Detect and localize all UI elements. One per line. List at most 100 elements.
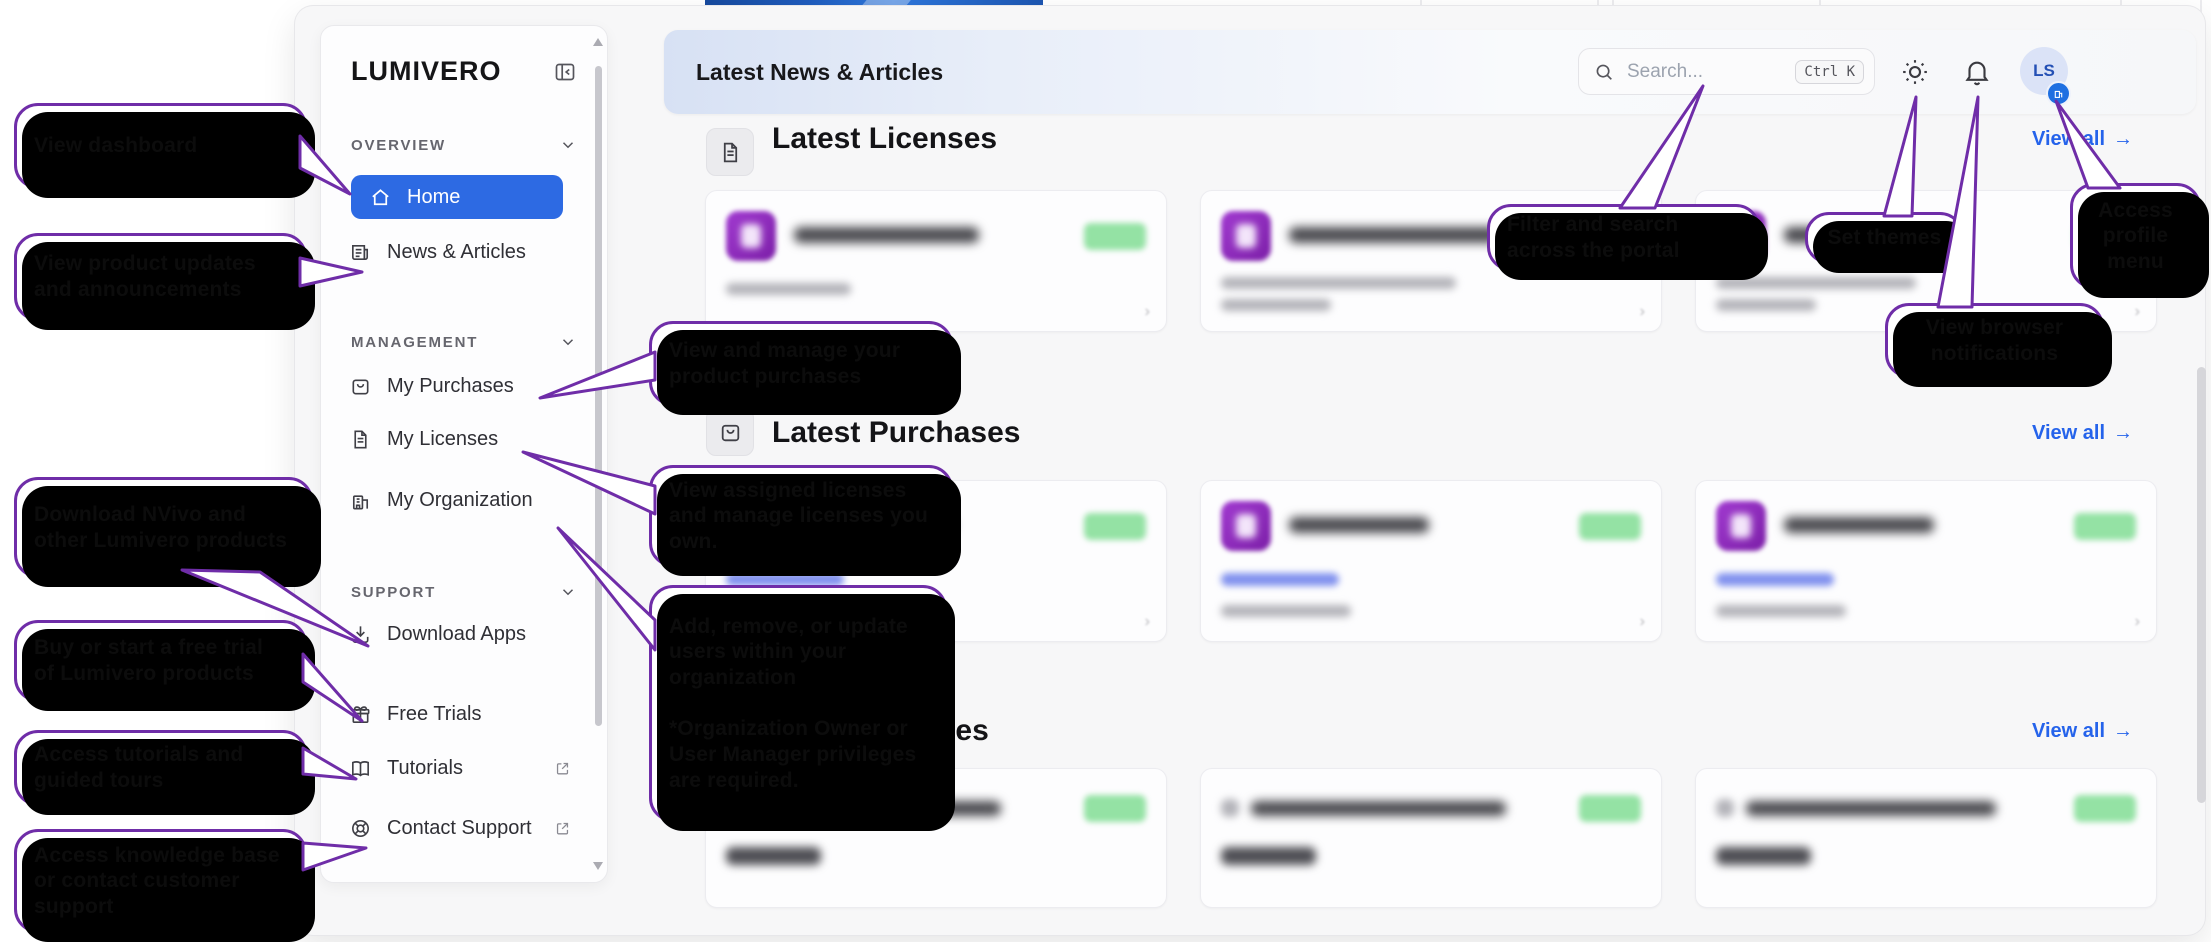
sidebar-item-label: Home: [407, 185, 460, 210]
callout-text: Access knowledge base or contact custome…: [34, 843, 287, 920]
callout-text: Access profile menu: [2090, 198, 2181, 275]
sidebar-item-my-licenses[interactable]: My Licenses: [349, 427, 585, 452]
lumivero-logo: LUMIVERO: [351, 56, 502, 87]
callout-news-articles: View product updates and announcements: [14, 233, 307, 321]
view-all-label: View all: [2032, 128, 2105, 151]
sidebar-scroll-down[interactable]: [593, 862, 603, 870]
gift-icon: [349, 703, 372, 726]
callout-text: View and manage your product purchases: [669, 338, 933, 389]
purchase-card[interactable]: ›: [1695, 480, 2157, 642]
sidebar-item-news-articles[interactable]: News & Articles: [349, 240, 585, 265]
callout-text: View dashboard: [34, 133, 197, 159]
lifebuoy-icon: [349, 817, 372, 840]
book-open-icon: [349, 757, 372, 780]
chevron-down-icon: [559, 136, 577, 154]
sidebar-collapse-icon[interactable]: [553, 60, 577, 84]
card-chevron-icon: ›: [2135, 303, 2140, 321]
sidebar-item-home[interactable]: Home: [351, 175, 563, 219]
callout-text: View browser notifications: [1905, 315, 2084, 366]
card-chevron-icon: ›: [2135, 613, 2140, 631]
sidebar-item-label: Free Trials: [387, 702, 481, 727]
callout-my-licenses: View assigned licenses and manage licens…: [649, 465, 953, 567]
sidebar-item-label: News & Articles: [387, 240, 526, 265]
shopping-bag-icon: [718, 420, 743, 445]
external-link-icon: [554, 820, 571, 837]
callout-text: Buy or start a free trial of Lumivero pr…: [34, 635, 287, 686]
card-chevron-icon: ›: [1145, 303, 1150, 321]
sidebar-section-management[interactable]: MANAGEMENT: [351, 333, 577, 351]
sidebar-scrollbar[interactable]: [595, 66, 602, 726]
page-title: Latest News & Articles: [696, 30, 943, 114]
callout-text: Access tutorials and guided tours: [34, 742, 287, 793]
sidebar-item-contact-support[interactable]: Contact Support: [349, 816, 585, 841]
search-shortcut-badge: Ctrl K: [1795, 60, 1864, 84]
document-icon: [718, 140, 743, 165]
chevron-down-icon: [559, 583, 577, 601]
arrow-right-icon: →: [2113, 128, 2133, 151]
callout-text: View product updates and announcements: [34, 251, 287, 302]
sidebar-item-my-organization[interactable]: My Organization: [349, 488, 585, 513]
sidebar-section-support[interactable]: SUPPORT: [351, 583, 577, 601]
chevron-down-icon: [559, 333, 577, 351]
invoice-card[interactable]: [1695, 768, 2157, 908]
card-chevron-icon: ›: [1640, 613, 1645, 631]
callout-text: Filter and search across the portal: [1507, 212, 1740, 263]
license-card[interactable]: ›: [705, 190, 1167, 332]
theme-toggle-button[interactable]: [1900, 57, 1930, 87]
callout-my-organization: Add, remove, or update users within your…: [649, 585, 947, 822]
callout-contact-support: Access knowledge base or contact custome…: [14, 829, 307, 933]
sidebar-item-tutorials[interactable]: Tutorials: [349, 756, 585, 781]
invoice-card[interactable]: [1200, 768, 1662, 908]
document-icon: [349, 428, 372, 451]
sidebar-scroll-up[interactable]: [593, 38, 603, 46]
sidebar-section-overview[interactable]: OVERVIEW: [351, 136, 577, 154]
view-all-invoices-link[interactable]: View all →: [2032, 720, 2133, 743]
product-logo: [1221, 501, 1271, 551]
arrow-right-icon: →: [2113, 422, 2133, 445]
callout-search: Filter and search across the portal: [1487, 204, 1760, 271]
sidebar-item-label: Tutorials: [387, 756, 463, 781]
sidebar-item-my-purchases[interactable]: My Purchases: [349, 374, 585, 399]
callout-profile-menu: Access profile menu: [2070, 183, 2201, 289]
view-all-licenses-link[interactable]: View all →: [2032, 128, 2133, 151]
newspaper-icon: [349, 241, 372, 264]
licenses-section-icon: [706, 128, 754, 176]
sidebar-item-free-trials[interactable]: Free Trials: [349, 702, 585, 727]
product-logo: [726, 211, 776, 261]
product-logo: [1221, 211, 1271, 261]
page-header: Latest News & Articles Search... Ctrl K …: [664, 30, 2196, 114]
search-input[interactable]: Search... Ctrl K: [1578, 48, 1875, 95]
callout-free-trials: Buy or start a free trial of Lumivero pr…: [14, 620, 307, 702]
page-scrollbar[interactable]: [2197, 367, 2206, 803]
callout-text: Add, remove, or update users within your…: [669, 614, 927, 793]
callout-themes: Set themes: [1805, 212, 1964, 264]
sidebar-item-label: Download Apps: [387, 622, 526, 647]
callout-view-dashboard: View dashboard: [14, 103, 307, 189]
notifications-button[interactable]: [1962, 57, 1992, 87]
card-chevron-icon: ›: [1640, 303, 1645, 321]
callout-download-apps: Download NVivo and other Lumivero produc…: [14, 477, 313, 578]
callout-text: View assigned licenses and manage licens…: [669, 478, 933, 555]
organization-badge-icon: [2046, 81, 2071, 106]
view-all-purchases-link[interactable]: View all →: [2032, 422, 2133, 445]
building-icon: [349, 489, 372, 512]
section-title-licenses: Latest Licenses: [772, 122, 997, 156]
search-placeholder: Search...: [1627, 61, 1795, 83]
sidebar-item-label: Contact Support: [387, 816, 532, 841]
sidebar-item-download-apps[interactable]: Download Apps: [349, 622, 585, 647]
section-title-purchases: Latest Purchases: [772, 416, 1020, 450]
section-label: OVERVIEW: [351, 137, 446, 154]
view-all-label: View all: [2032, 720, 2105, 743]
sun-icon: [1900, 57, 1930, 87]
download-icon: [349, 623, 372, 646]
purchase-card[interactable]: ›: [1200, 480, 1662, 642]
callout-my-purchases: View and manage your product purchases: [649, 321, 953, 406]
card-chevron-icon: ›: [1145, 613, 1150, 631]
arrow-right-icon: →: [2113, 720, 2133, 743]
profile-menu-button[interactable]: LS: [2020, 47, 2068, 95]
product-logo: [1716, 501, 1766, 551]
callout-text: Download NVivo and other Lumivero produc…: [34, 502, 293, 553]
screenshot-canvas: { "colors": { "callout_purple": "#6f2da8…: [0, 0, 2211, 942]
bell-icon: [1962, 57, 1992, 87]
callout-tutorials: Access tutorials and guided tours: [14, 730, 307, 806]
